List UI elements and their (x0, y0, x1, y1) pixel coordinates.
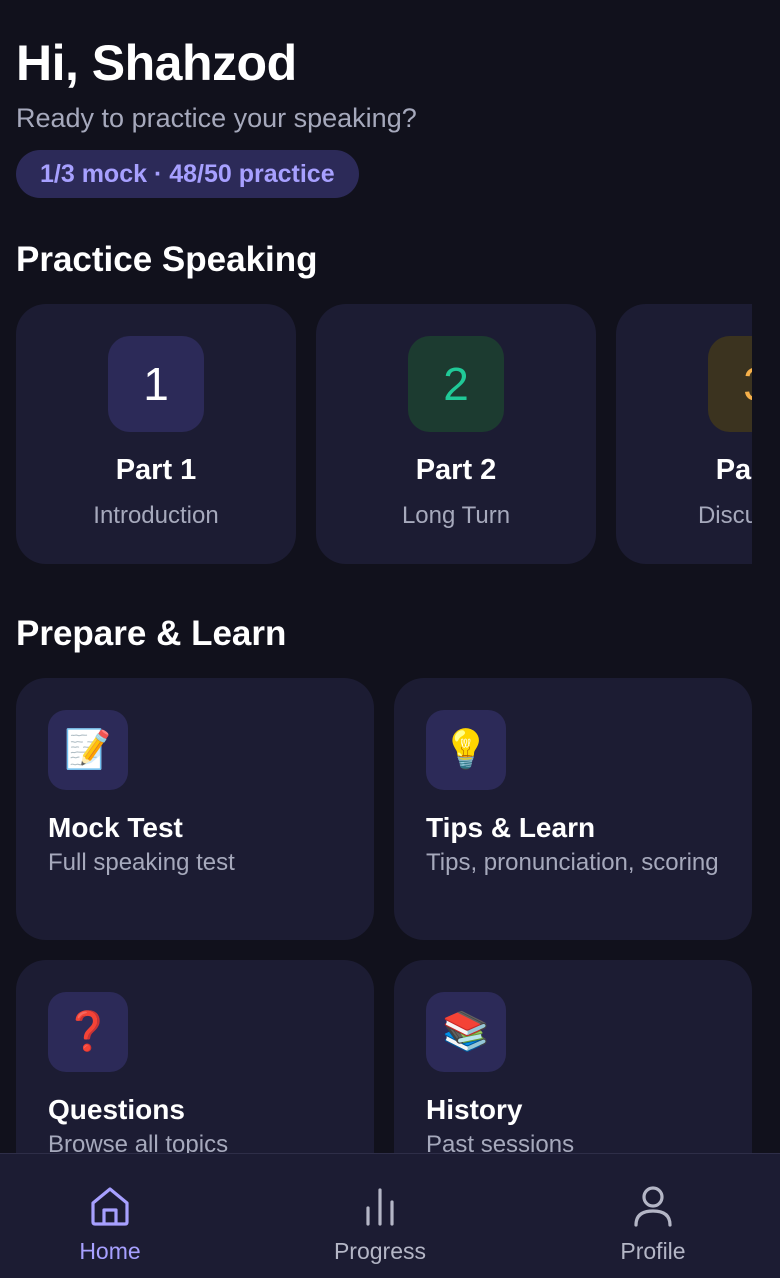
practice-section-title: Practice Speaking (16, 240, 318, 279)
part-1-title: Part 1 (115, 454, 197, 486)
practice-parts-carousel[interactable]: 1 Part 1 Introduction 2 Part 2 Long Turn… (16, 304, 752, 564)
part-2-number-tile: 2 (408, 336, 504, 432)
questions-card[interactable]: ❓ Questions Browse all topics (16, 960, 374, 1153)
lightbulb-icon: 💡 (426, 710, 506, 790)
part-3-description: Discussion (697, 502, 752, 529)
part-3-number-tile: 3 (708, 336, 752, 432)
user-icon (634, 1186, 672, 1227)
bottom-tab-bar: Home Progress Profile (0, 1153, 780, 1278)
tips-learn-description: Tips, pronunciation, scoring (426, 849, 719, 876)
usage-quota-badge: 1/3 mock · 48/50 practice (16, 150, 359, 198)
books-icon: 📚 (426, 992, 506, 1072)
question-mark-icon: ❓ (48, 992, 128, 1072)
greeting-subtitle: Ready to practice your speaking? (16, 103, 417, 133)
tab-progress-label: Progress (333, 1238, 427, 1264)
tab-profile-label: Profile (620, 1238, 686, 1264)
home-content[interactable]: Hi, Shahzod Ready to practice your speak… (0, 0, 780, 1153)
tab-home-label: Home (79, 1238, 141, 1264)
questions-title: Questions (48, 1094, 185, 1125)
tab-profile[interactable]: Profile (563, 1154, 743, 1278)
part-2-title: Part 2 (415, 454, 497, 486)
greeting-title: Hi, Shahzod (16, 35, 297, 91)
mock-test-description: Full speaking test (48, 849, 235, 876)
mock-test-title: Mock Test (48, 812, 183, 843)
tab-progress[interactable]: Progress (290, 1154, 470, 1278)
questions-description: Browse all topics (48, 1131, 229, 1153)
tips-learn-title: Tips & Learn (426, 812, 596, 843)
part-card-1[interactable]: 1 Part 1 Introduction (16, 304, 296, 564)
part-card-2[interactable]: 2 Part 2 Long Turn (316, 304, 596, 564)
history-description: Past sessions (426, 1131, 575, 1153)
part-1-description: Introduction (93, 502, 219, 529)
tab-home[interactable]: Home (20, 1154, 200, 1278)
history-card[interactable]: 📚 History Past sessions (394, 960, 752, 1153)
tips-learn-card[interactable]: 💡 Tips & Learn Tips, pronunciation, scor… (394, 678, 752, 940)
prepare-section-title: Prepare & Learn (16, 614, 287, 653)
bar-chart-icon (366, 1188, 394, 1226)
history-title: History (426, 1094, 523, 1125)
home-icon (91, 1187, 129, 1226)
mock-test-card[interactable]: 📝 Mock Test Full speaking test (16, 678, 374, 940)
part-1-number-tile: 1 (108, 336, 204, 432)
part-2-description: Long Turn (401, 502, 511, 529)
app-screen: Hi, Shahzod Ready to practice your speak… (0, 0, 780, 1278)
memo-icon: 📝 (48, 710, 128, 790)
part-3-title: Part 3 (715, 454, 752, 486)
part-card-3[interactable]: 3 Part 3 Discussion (616, 304, 752, 564)
